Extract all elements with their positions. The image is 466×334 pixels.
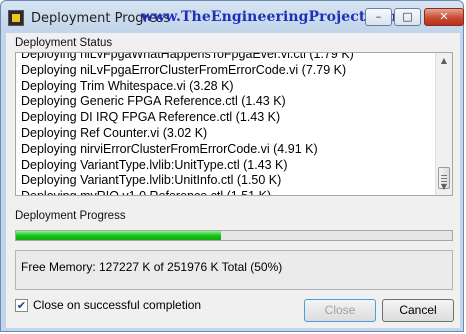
status-list-item: Deploying Ref Counter.vi (3.02 K): [21, 125, 208, 140]
scroll-up-arrow-icon[interactable]: ▲: [438, 55, 450, 67]
cancel-button[interactable]: Cancel: [382, 299, 454, 322]
deployment-progress-window: Deployment Progress www.TheEngineeringPr…: [0, 0, 464, 332]
maximize-button[interactable]: □: [394, 8, 421, 26]
deployment-status-list[interactable]: Deploying niLvFpgaWhatHappensToFpgaEver.…: [15, 52, 453, 196]
deployment-progress-bar: [15, 230, 453, 241]
grip-line: [441, 178, 447, 179]
window-close-button[interactable]: ✕: [424, 8, 464, 26]
close-on-success-label[interactable]: Close on successful completion: [33, 298, 201, 312]
minimize-button[interactable]: –: [365, 8, 392, 26]
status-list-item: Deploying myRIO v1.0 Reference.ctl (1.51…: [21, 188, 435, 195]
status-list-item: Deploying VariantType.lvlib:UnitType.ctl…: [21, 157, 288, 172]
scroll-down-arrow-icon[interactable]: ▼: [438, 181, 450, 193]
status-list-item: Deploying Generic FPGA Reference.ctl (1.…: [21, 94, 286, 109]
list-scrollbar[interactable]: ▲ ▼: [435, 53, 452, 195]
deployment-progress-label: Deployment Progress: [15, 210, 126, 222]
deployment-status-label: Deployment Status: [15, 37, 113, 49]
dialog-content: Deployment Status Deploying niLvFpgaWhat…: [6, 33, 460, 328]
grip-line: [441, 175, 447, 176]
status-list-item: Deploying DI IRQ FPGA Reference.ctl (1.4…: [21, 110, 281, 125]
close-on-success-checkbox[interactable]: ✔: [15, 299, 28, 312]
free-memory-text: Free Memory: 127227 K of 251976 K Total …: [21, 260, 283, 274]
title-bar[interactable]: Deployment Progress www.TheEngineeringPr…: [1, 1, 464, 33]
labview-app-icon: [8, 10, 24, 26]
status-list-item: Deploying nirviErrorClusterFromErrorCode…: [21, 141, 318, 156]
status-list-item: Deploying niLvFpgaWhatHappensToFpgaEver.…: [21, 52, 354, 61]
status-list-item: Deploying Trim Whitespace.vi (3.28 K): [21, 78, 234, 93]
close-button[interactable]: Close: [304, 299, 376, 322]
progress-fill: [16, 231, 221, 240]
status-list-items: Deploying niLvFpgaWhatHappensToFpgaEver.…: [21, 52, 435, 195]
status-list-item: Deploying niLvFpgaErrorClusterFromErrorC…: [21, 62, 347, 77]
status-list-item: Deploying VariantType.lvlib:UnitInfo.ctl…: [21, 173, 282, 188]
memory-info-box: Free Memory: 127227 K of 251976 K Total …: [15, 250, 453, 290]
